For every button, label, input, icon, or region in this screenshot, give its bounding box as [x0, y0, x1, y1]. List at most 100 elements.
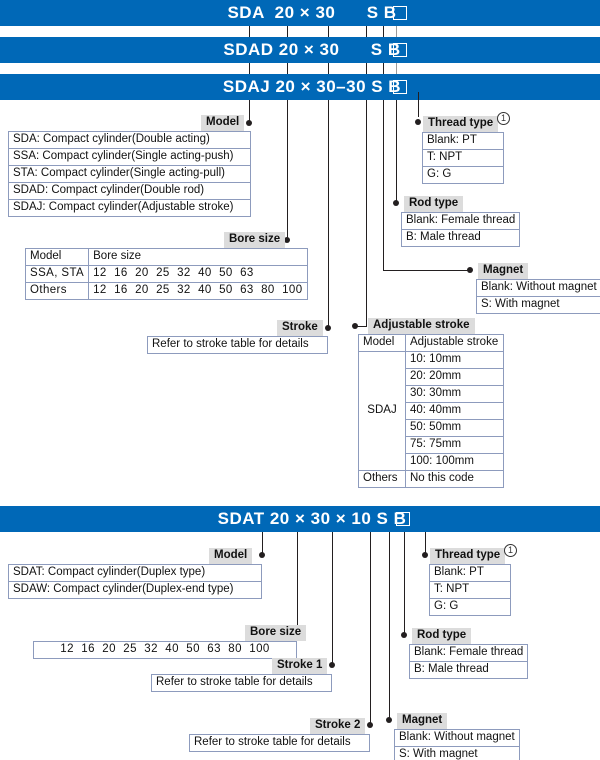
- table-row: Model Adjustable stroke: [358, 334, 504, 352]
- thread-row-1: T: NPT: [422, 149, 504, 167]
- table-row: S: With magnet: [476, 296, 600, 314]
- bore-size-value: 50: [219, 267, 233, 279]
- table-row: B: Male thread: [408, 661, 529, 679]
- table-adjustable-stroke: Model Adjustable stroke SDAJ 10: 10mm 20…: [358, 334, 504, 488]
- label2-rod-type: Rod type: [412, 628, 472, 644]
- leader-stroke: [328, 100, 329, 328]
- table-bore-size: Model Bore size SSA, STA 12 16 20 25 32 40 50 6…: [24, 248, 308, 300]
- bore-size-value: 80: [261, 284, 275, 296]
- model-row-3: SDAD: Compact cylinder(Double rod): [8, 182, 251, 200]
- adj-value-0: 10: 10mm: [405, 351, 504, 369]
- leader-dot-model: [246, 120, 252, 126]
- bar-connector-4: [366, 26, 367, 37]
- adj-value-3: 40: 40mm: [405, 402, 504, 420]
- table2-model: SDAT: Compact cylinder(Duplex type) SDAW…: [8, 564, 262, 599]
- bore-size-value: 50: [219, 284, 233, 296]
- note-marker-thread-type: 1: [497, 112, 510, 125]
- adj-others-label: Others: [358, 470, 406, 488]
- magnet-row-0: Blank: Without magnet: [476, 279, 600, 297]
- bar-connector-6: [396, 26, 397, 37]
- adj-value-4: 50: 50mm: [405, 419, 504, 437]
- table-row: T: NPT: [422, 149, 504, 167]
- code-bar-sdaj-box: [393, 80, 407, 94]
- bore-size-value: 63: [207, 643, 221, 655]
- rod2-row-1: B: Male thread: [408, 661, 529, 679]
- table-magnet: Blank: Without magnet S: With magnet: [476, 279, 600, 314]
- code-bar-sda: SDA 20 × 30 S B: [0, 0, 600, 26]
- magnet2-row-0: Blank: Without magnet: [394, 729, 520, 747]
- leader2-magnet: [389, 532, 390, 720]
- leader2-bore-size: [297, 532, 298, 632]
- table2-rod-type: Blank: Female thread B: Male thread: [408, 644, 529, 679]
- adj-header-stroke: Adjustable stroke: [405, 334, 504, 352]
- table-thread-type: Blank: PT T: NPT G: G: [422, 132, 504, 184]
- leader-adjustable-stroke: [366, 100, 367, 326]
- bore-size-value: 40: [198, 267, 212, 279]
- model2-row-1: SDAW: Compact cylinder(Duplex-end type): [8, 581, 262, 599]
- leader-dot-magnet: [467, 267, 473, 273]
- thread2-row-1: T: NPT: [429, 581, 511, 599]
- adj-value-5: 75: 75mm: [405, 436, 504, 454]
- table-row: SSA, STA 12 16 20 25 32 40 50 63: [24, 265, 308, 283]
- bore-size-value: 100: [282, 284, 303, 296]
- leader-thread-type: [418, 92, 419, 117]
- table-row: Model Bore size: [24, 248, 308, 266]
- label-stroke: Stroke: [277, 320, 323, 336]
- code-bar-sdat-text: SDAT 20 × 30 × 10 S B: [217, 509, 407, 528]
- code-bar-sdaj-text: SDAJ 20 × 30–30 S B: [222, 77, 402, 96]
- bore-row-0-sizes: 12 16 20 25 32 40 50 63: [88, 265, 308, 283]
- model-code-diagram: SDA 20 × 30 S B SDAD 20 × 30 S B SDAJ 20…: [0, 0, 600, 760]
- stroke1-value: Refer to stroke table for details: [151, 674, 332, 692]
- table-row: Refer to stroke table for details: [189, 734, 370, 752]
- bar-connector-10: [366, 63, 367, 74]
- model2-row-0: SDAT: Compact cylinder(Duplex type): [8, 564, 262, 582]
- bar-connector-12: [396, 63, 397, 74]
- code-bar-sda-text: SDA 20 × 30 S B: [227, 3, 397, 22]
- code-bar-sdaj: SDAJ 20 × 30–30 S B: [0, 74, 600, 100]
- table-row: Refer to stroke table for details: [147, 336, 328, 354]
- bore-size-value: 40: [165, 643, 179, 655]
- table-row: SDAW: Compact cylinder(Duplex-end type): [8, 581, 262, 599]
- table2-stroke1: Refer to stroke table for details: [151, 674, 332, 692]
- leader-dot-stroke: [325, 325, 331, 331]
- thread2-row-2: G: G: [429, 598, 511, 616]
- rod-row-0: Blank: Female thread: [400, 212, 521, 230]
- label2-magnet: Magnet: [397, 713, 448, 729]
- rod2-row-0: Blank: Female thread: [408, 644, 529, 662]
- model-row-1: SSA: Compact cylinder(Single acting-push…: [8, 148, 251, 166]
- bore-size-value: 63: [240, 284, 254, 296]
- table-row: S: With magnet: [394, 746, 520, 760]
- thread-row-0: Blank: PT: [422, 132, 504, 150]
- table-row: SSA: Compact cylinder(Single acting-push…: [8, 148, 251, 166]
- bore-size-value: 12: [93, 267, 107, 279]
- leader2-stroke2: [370, 532, 371, 725]
- table-row: SDAJ 10: 10mm: [358, 351, 504, 471]
- adj-model-name: SDAJ: [358, 351, 406, 471]
- table-row: Blank: PT: [422, 132, 504, 150]
- label-bore-size: Bore size: [224, 232, 286, 248]
- table-row: G: G: [422, 166, 504, 184]
- label2-thread-type: Thread type: [430, 548, 506, 564]
- bar-connector-2: [287, 26, 288, 37]
- bore-size-value: 32: [177, 284, 191, 296]
- table2-thread-type: Blank: PT T: NPT G: G: [429, 564, 511, 616]
- label-model: Model: [201, 115, 245, 131]
- code-bar-sdad-text: SDAD 20 × 30 S B: [223, 40, 401, 59]
- label-adjustable-stroke: Adjustable stroke: [368, 318, 475, 334]
- rod-row-1: B: Male thread: [400, 229, 521, 247]
- table-row: Blank: PT: [429, 564, 511, 582]
- label2-model: Model: [209, 548, 253, 564]
- table-row: SDAT: Compact cylinder(Duplex type): [8, 564, 262, 582]
- bore-row-1-model: Others: [24, 282, 90, 300]
- leader-magnet: [383, 100, 384, 270]
- leader-dot-rod-type: [393, 200, 399, 206]
- leader-rod-type: [396, 100, 397, 203]
- bore-size-value: 40: [198, 284, 212, 296]
- table-row: Others 12 16 20 25 32 40 50 63 80 100: [24, 282, 308, 300]
- bar-connector-3: [328, 26, 329, 37]
- bore-size-value: 32: [177, 267, 191, 279]
- note-marker2-thread-type: 1: [504, 544, 517, 557]
- bar-connector-5: [383, 26, 384, 37]
- leader2-dot-rod-type: [401, 632, 407, 638]
- adj-value-1: 20: 20mm: [405, 368, 504, 386]
